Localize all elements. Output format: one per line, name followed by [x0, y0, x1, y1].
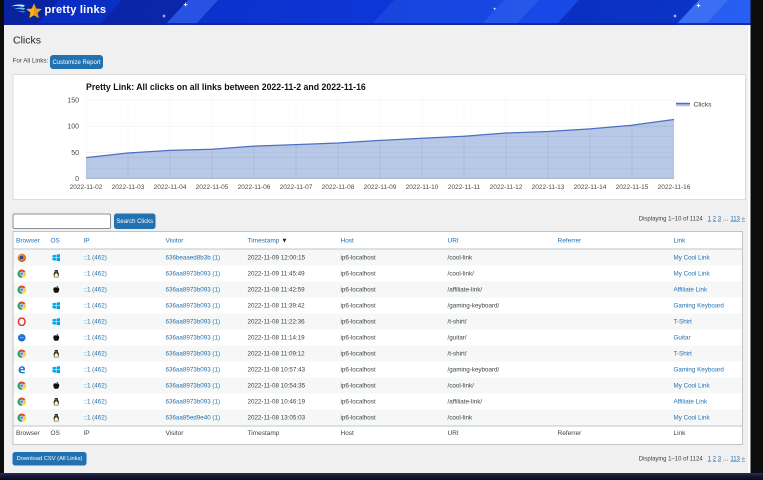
- svg-text:2022-11-15: 2022-11-15: [616, 184, 649, 191]
- svg-text:50: 50: [71, 150, 79, 157]
- svg-text:2022-11-14: 2022-11-14: [574, 184, 607, 191]
- svg-text:2022-11-16: 2022-11-16: [658, 184, 691, 191]
- svg-text:150: 150: [67, 98, 79, 105]
- svg-text:Pretty Link: All clicks on all: Pretty Link: All clicks on all links bet…: [86, 82, 366, 92]
- svg-text:2022-11-02: 2022-11-02: [70, 184, 103, 191]
- svg-text:2022-11-12: 2022-11-12: [490, 184, 523, 191]
- svg-text:2022-11-06: 2022-11-06: [238, 184, 271, 191]
- svg-text:2022-11-04: 2022-11-04: [154, 184, 187, 191]
- svg-text:2022-11-03: 2022-11-03: [112, 184, 145, 191]
- svg-text:2022-11-07: 2022-11-07: [280, 184, 313, 191]
- svg-text:100: 100: [67, 124, 79, 131]
- svg-text:2022-11-08: 2022-11-08: [322, 184, 355, 191]
- svg-text:2022-11-13: 2022-11-13: [532, 184, 565, 191]
- svg-text:2022-11-10: 2022-11-10: [406, 184, 439, 191]
- svg-text:Clicks: Clicks: [694, 102, 713, 109]
- svg-text:0: 0: [75, 176, 79, 183]
- svg-text:2022-11-11: 2022-11-11: [448, 184, 481, 191]
- svg-text:2022-11-09: 2022-11-09: [364, 184, 397, 191]
- svg-text:2022-11-05: 2022-11-05: [196, 184, 229, 191]
